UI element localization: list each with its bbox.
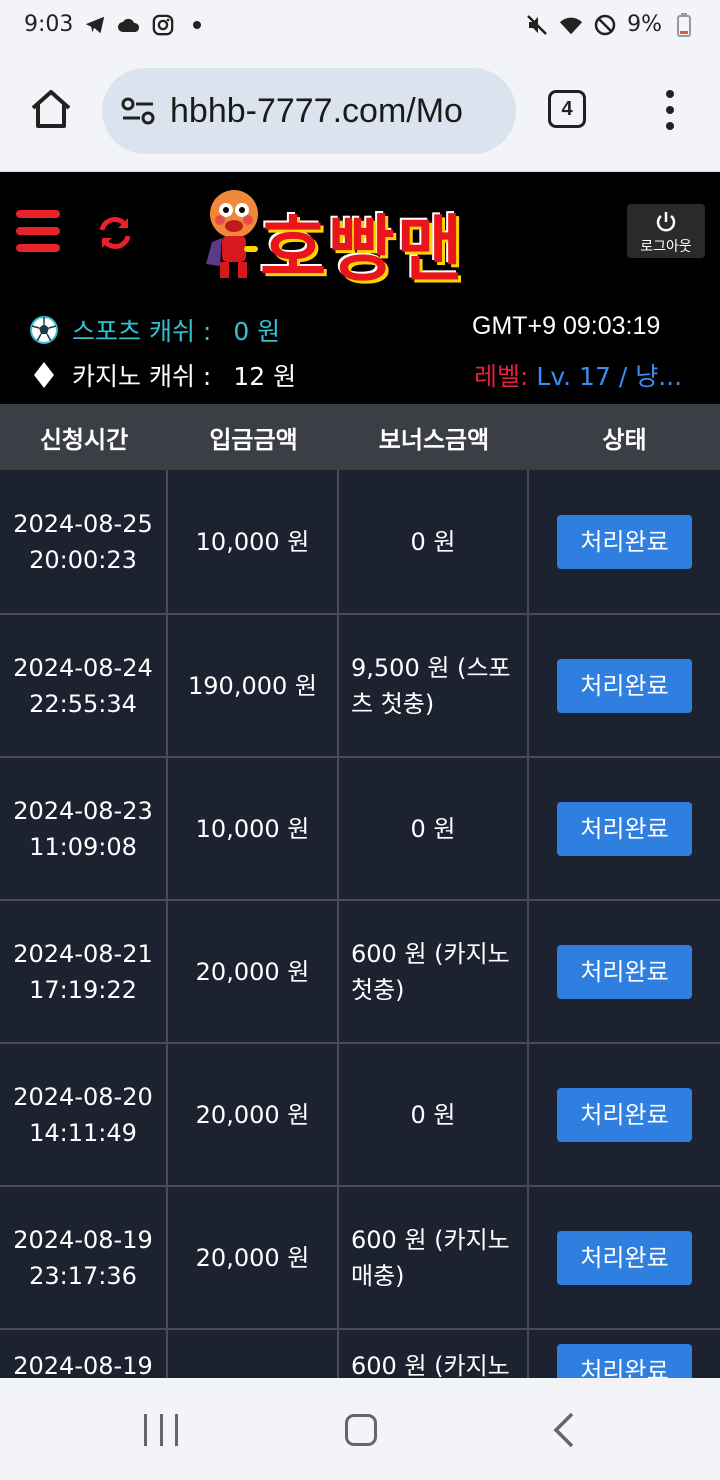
request-time-cell: 2024-08-25 20:00:23 [0, 470, 168, 613]
deposit-amount-cell: 10,000 원 [168, 758, 339, 899]
user-level[interactable]: 레벨: Lv. 17 / 냥... [474, 357, 684, 393]
request-time-cell: 2024-08-19 [0, 1330, 168, 1378]
bonus-amount-cell: 0 원 [339, 470, 529, 613]
casino-cash-value: 12 원 [233, 362, 297, 391]
url-text: hbhb-7777.com/Mo [170, 91, 463, 130]
header-deposit-amount: 입금금액 [209, 425, 298, 454]
level-value: Lv. 17 / 냥... [528, 362, 683, 391]
telegram-icon [83, 13, 107, 37]
table-row: 2024-08-19 600 원 (카지노 처리완료 [0, 1328, 720, 1378]
browser-menu-button[interactable] [660, 90, 680, 130]
request-time-cell: 2024-08-24 22:55:34 [0, 615, 168, 756]
status-badge[interactable]: 처리완료 [557, 944, 692, 999]
status-cell: 처리완료 [529, 1330, 720, 1378]
table-row: 2024-08-19 23:17:36 20,000 원 600 원 (카지노 매… [0, 1185, 720, 1328]
back-button[interactable] [552, 1412, 576, 1448]
bonus-amount-cell: 600 원 (카지노 첫충) [339, 901, 529, 1042]
site-settings-icon[interactable] [118, 91, 158, 131]
battery-percent: 9% [627, 12, 662, 37]
status-bar: 9:03 9% [0, 0, 720, 52]
status-cell: 처리완료 [529, 470, 720, 613]
status-badge[interactable]: 처리완료 [557, 1343, 692, 1378]
table-row: 2024-08-20 14:11:49 20,000 원 0 원 처리완료 [0, 1042, 720, 1185]
status-cell: 처리완료 [529, 901, 720, 1042]
table-row: 2024-08-23 11:09:08 10,000 원 0 원 처리완료 [0, 756, 720, 899]
header-request-time: 신청시간 [39, 425, 129, 454]
dot-icon [185, 13, 209, 37]
sports-cash-value: 0 원 [233, 317, 281, 346]
battery-icon [672, 12, 696, 37]
status-badge[interactable]: 처리완료 [557, 658, 692, 713]
wifi-icon [559, 13, 583, 37]
home-nav-button[interactable] [345, 1414, 377, 1446]
logo-text: 호빵맨 [260, 207, 465, 291]
hamburger-menu-icon[interactable] [16, 210, 60, 252]
status-cell: 처리완료 [529, 615, 720, 756]
status-badge[interactable]: 처리완료 [557, 1230, 692, 1285]
header-status: 상태 [602, 425, 647, 454]
casino-cash-label: 카지노 캐쉬 : [72, 362, 212, 391]
bonus-amount-cell: 600 원 (카지노 매충) [339, 1187, 529, 1328]
request-time-cell: 2024-08-19 23:17:36 [0, 1187, 168, 1328]
deposit-amount-cell: 10,000 원 [168, 470, 339, 613]
diamond-icon [28, 359, 60, 391]
table-row: 2024-08-25 20:00:23 10,000 원 0 원 처리완료 [0, 470, 720, 613]
clock: 9:03 [24, 12, 74, 37]
status-badge[interactable]: 처리완료 [557, 514, 692, 569]
back-icon [553, 1412, 574, 1448]
deposit-table[interactable]: 2024-08-25 20:00:23 10,000 원 0 원 처리완료 202… [0, 470, 720, 1378]
sports-cash-label: 스포츠 캐쉬 : [72, 317, 212, 346]
header-bonus-amount: 보너스금액 [378, 425, 490, 454]
casino-cash: 카지노 캐쉬 : 12 원 [28, 357, 296, 393]
home-icon [31, 90, 71, 128]
table-row: 2024-08-24 22:55:34 190,000 원 9,500 원 (스포… [0, 613, 720, 756]
cloud-icon [117, 13, 141, 37]
logout-button[interactable]: 로그아웃 [627, 204, 705, 258]
status-cell: 처리완료 [529, 1187, 720, 1328]
browser-home-button[interactable] [28, 86, 74, 132]
no-sign-icon [593, 13, 617, 37]
bonus-amount-cell: 9,500 원 (스포츠 첫충) [339, 615, 529, 756]
tabs-button[interactable]: 4 [548, 90, 586, 128]
instagram-icon [151, 13, 175, 37]
browser-toolbar: hbhb-7777.com/Mo 4 [0, 52, 720, 172]
mute-icon [525, 13, 549, 37]
status-cell: 처리완료 [529, 758, 720, 899]
recent-apps-button[interactable] [144, 1414, 178, 1446]
server-clock: GMT+9 09:03:19 [472, 312, 661, 340]
level-label: 레벨: [474, 362, 529, 391]
deposit-amount-cell: 20,000 원 [168, 1187, 339, 1328]
request-time-cell: 2024-08-23 11:09:08 [0, 758, 168, 899]
request-time-cell: 2024-08-21 17:19:22 [0, 901, 168, 1042]
refresh-icon[interactable] [96, 214, 134, 252]
bonus-amount-cell: 0 원 [339, 1044, 529, 1185]
status-cell: 처리완료 [529, 1044, 720, 1185]
bonus-amount-cell: 0 원 [339, 758, 529, 899]
deposit-amount-cell [168, 1330, 339, 1378]
deposit-amount-cell: 190,000 원 [168, 615, 339, 756]
status-badge[interactable]: 처리완료 [557, 1087, 692, 1142]
table-row: 2024-08-21 17:19:22 20,000 원 600 원 (카지노 첫… [0, 899, 720, 1042]
bonus-amount-cell: 600 원 (카지노 [339, 1330, 529, 1378]
sports-cash: 스포츠 캐쉬 : 0 원 [28, 312, 280, 348]
request-time-cell: 2024-08-20 14:11:49 [0, 1044, 168, 1185]
deposit-amount-cell: 20,000 원 [168, 1044, 339, 1185]
logout-label: 로그아웃 [640, 239, 692, 255]
soccer-ball-icon [28, 314, 60, 346]
deposit-table-header: 신청시간 입금금액 보너스금액 상태 [0, 404, 720, 470]
deposit-amount-cell: 20,000 원 [168, 901, 339, 1042]
power-icon [656, 212, 676, 232]
android-nav-bar [0, 1378, 720, 1480]
mascot-icon [206, 190, 258, 278]
status-badge[interactable]: 처리완료 [557, 801, 692, 856]
url-bar[interactable]: hbhb-7777.com/Mo [102, 68, 516, 154]
